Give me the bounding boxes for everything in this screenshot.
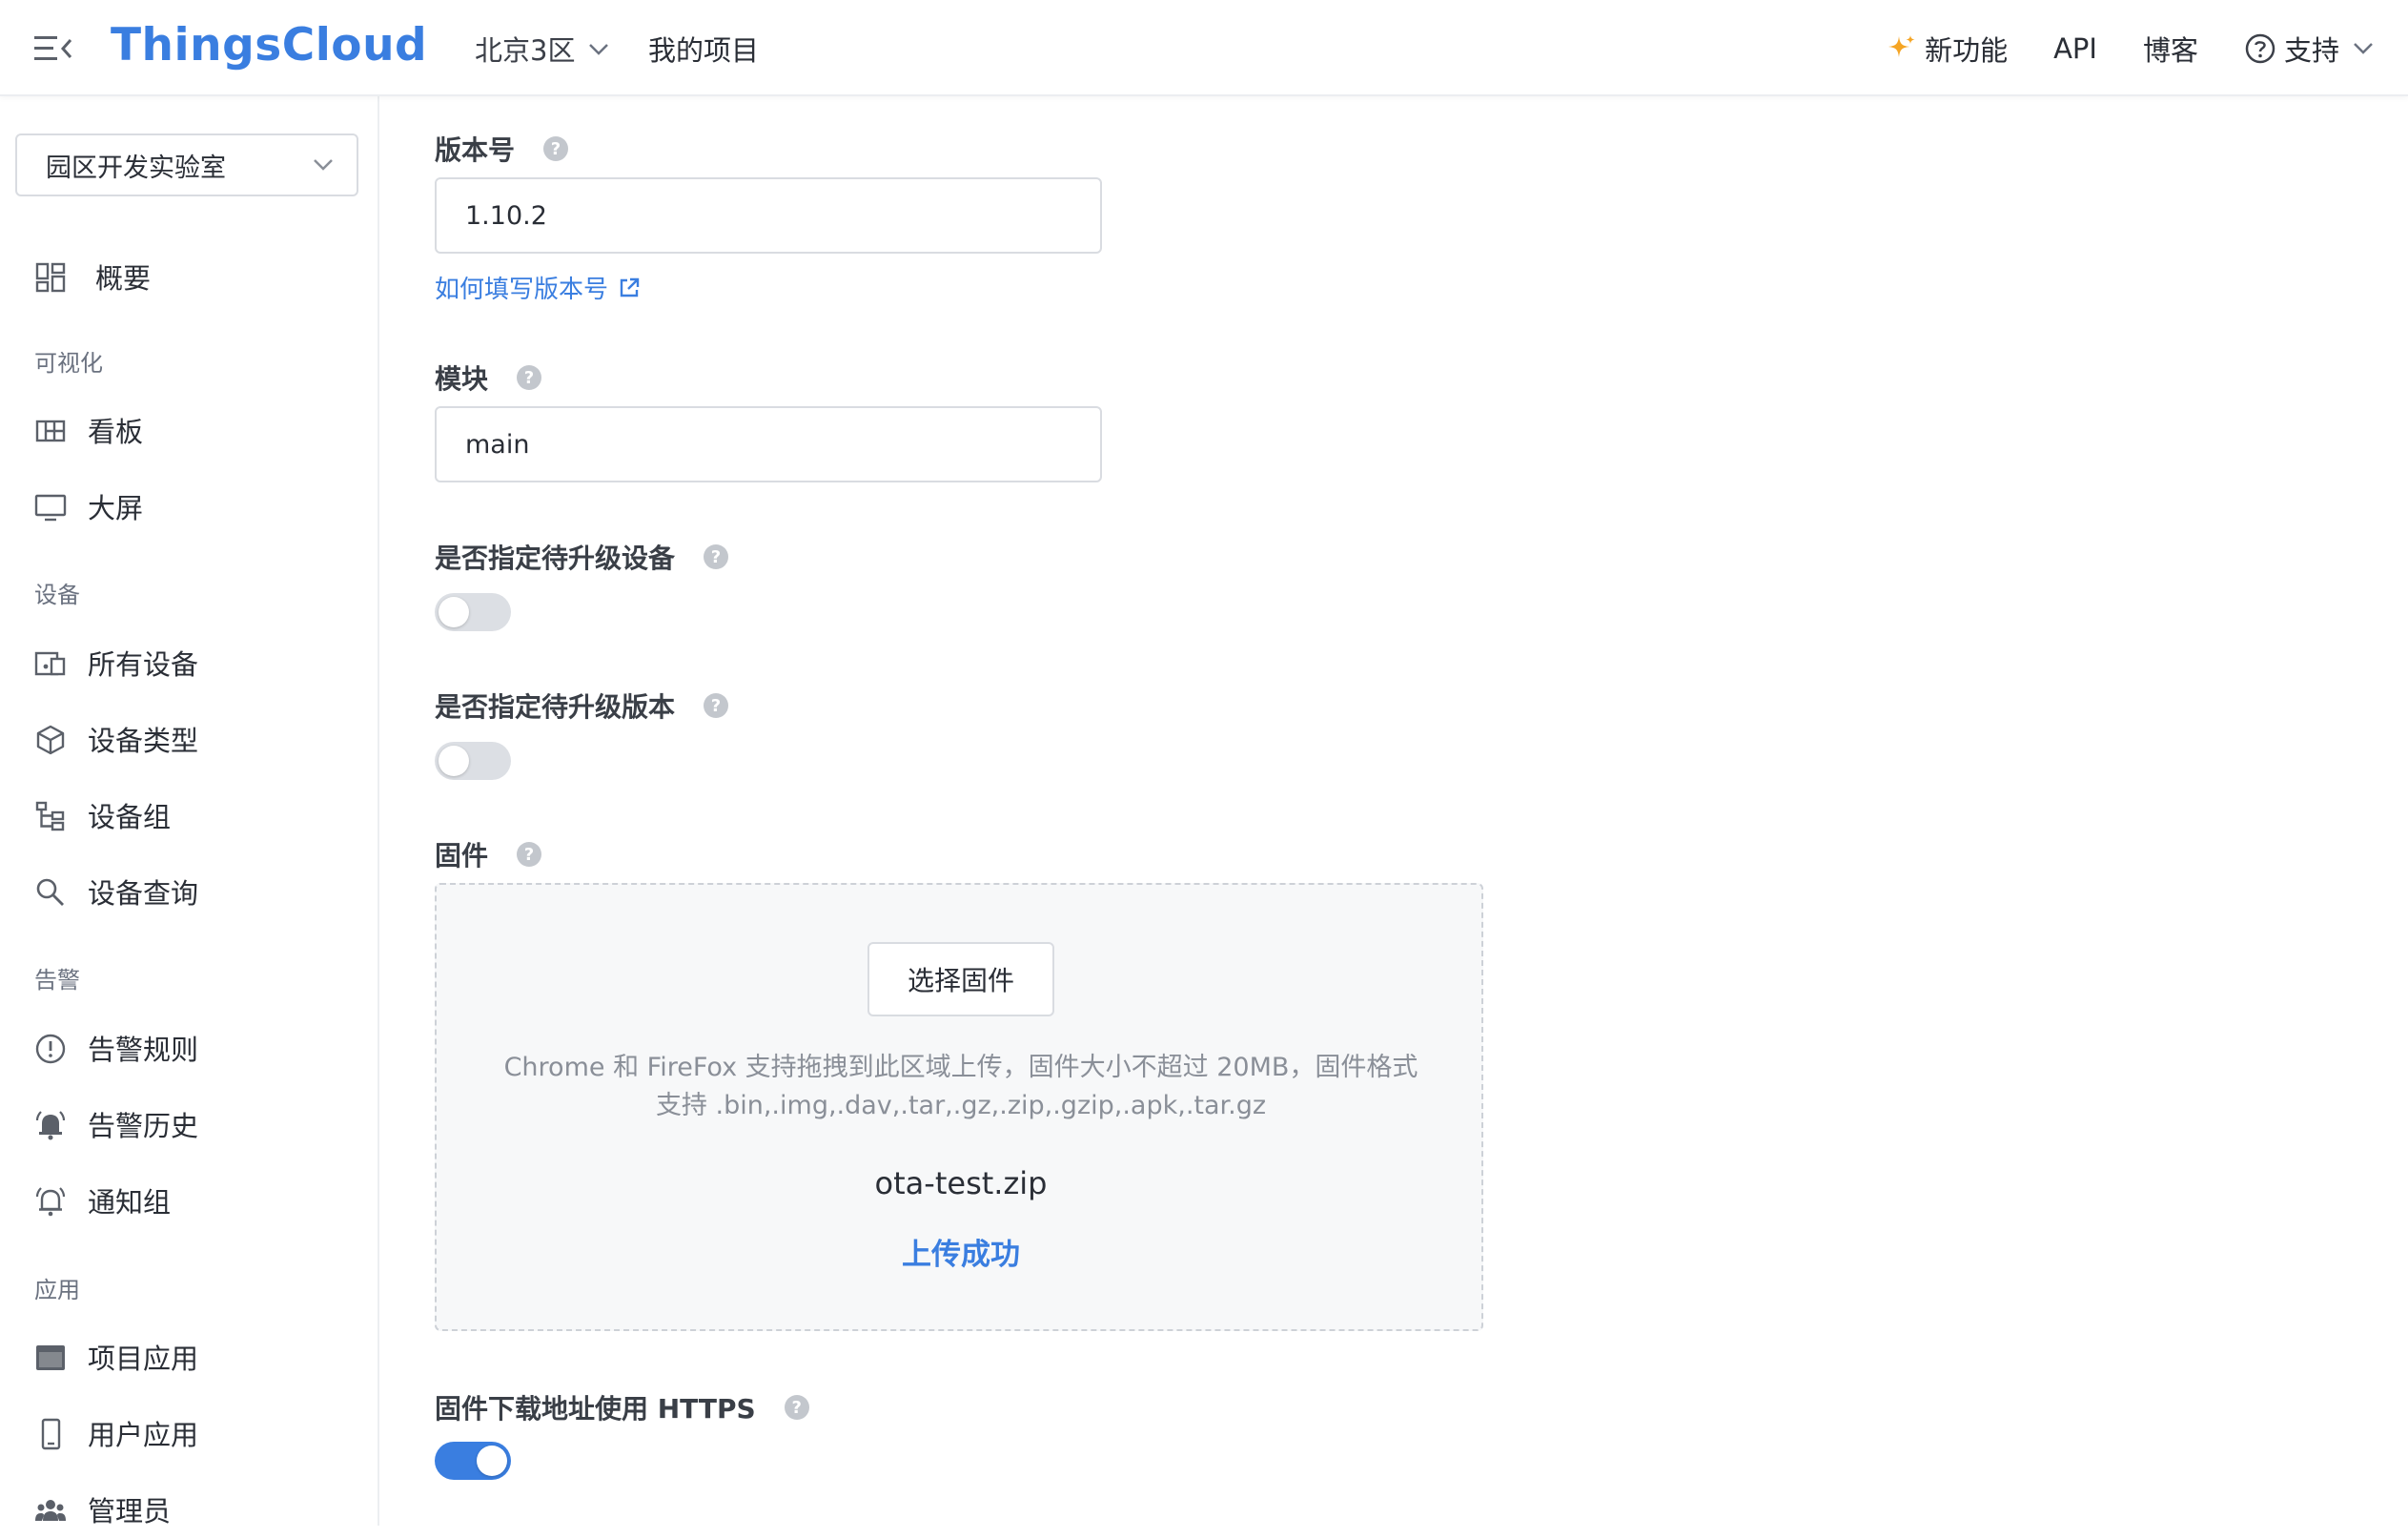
version-label-text: 版本号 [435,134,516,166]
support-label: 支持 [2283,34,2339,67]
firmware-label: 固件 ? [435,835,542,873]
help-icon[interactable]: ? [704,693,729,718]
users-icon [35,1500,66,1521]
sidebar-item-device-types[interactable]: 设备类型 [0,710,379,768]
sidebar-item-label: 管理员 [88,1495,172,1528]
chevron-down-icon [2354,43,2373,54]
firmware-dropzone[interactable]: 选择固件 Chrome 和 FireFox 支持拖拽到此区域上传，固件大小不超过… [435,883,1483,1331]
choose-firmware-button[interactable]: 选择固件 [867,942,1054,1016]
sidebar-item-label: 通知组 [88,1186,172,1219]
mobile-phone-icon [41,1418,61,1450]
sidebar-item-project-apps[interactable]: 项目应用 [0,1328,379,1385]
module-label-text: 模块 [435,363,489,395]
specify-version-label: 是否指定待升级版本 ? [435,687,729,725]
sidebar-item-admins[interactable]: 管理员 [0,1481,379,1538]
sidebar-item-overview[interactable]: 概要 [0,248,379,305]
chevron-down-icon [589,44,609,55]
region-label: 北京3区 [475,34,576,67]
blog-link[interactable]: 博客 [2143,29,2198,69]
sidebar: 园区开发实验室 概要 可视化 看板 大屏 设备 所有设备 设备类型 设备组 设备… [0,96,379,1528]
section-apps: 应用 [34,1277,80,1303]
specify-devices-toggle[interactable] [435,593,511,631]
sidebar-item-label: 设备类型 [88,725,199,757]
chevron-down-icon [314,159,333,171]
menu-collapse-icon[interactable] [34,34,72,63]
sidebar-item-label: 设备组 [88,801,172,833]
specify-version-toggle[interactable] [435,742,511,780]
sidebar-item-dashboard[interactable]: 看板 [0,401,379,459]
alert-circle-icon [35,1034,66,1064]
module-label: 模块 ? [435,359,542,397]
top-bar: ThingsCloud 北京3区 我的项目 新功能 API 博客 支持 [0,0,2408,96]
my-projects-link[interactable]: 我的项目 [648,29,759,69]
brand-logo[interactable]: ThingsCloud [111,19,427,72]
support-menu[interactable]: 支持 [2244,29,2374,69]
top-right-nav: 新功能 API 博客 支持 [1887,27,2374,71]
dashboard-grid-icon [35,262,66,293]
region-selector[interactable]: 北京3区 [475,29,609,69]
sidebar-item-label: 设备查询 [88,877,199,910]
https-label: 固件下载地址使用 HTTPS ? [435,1388,809,1426]
toggle-knob [439,746,469,776]
external-link-icon [620,277,640,297]
sparkle-icon [1888,35,1915,57]
sidebar-item-label: 看板 [88,416,144,448]
sidebar-item-device-query[interactable]: 设备查询 [0,863,379,920]
sidebar-item-label: 告警历史 [88,1110,199,1142]
window-icon [36,1345,65,1370]
monitor-icon [34,494,67,522]
sidebar-item-label: 告警规则 [88,1034,199,1066]
uploaded-file-name: ota-test.zip [874,1165,1048,1201]
toggle-knob [439,597,469,627]
cube-icon [36,725,65,755]
devices-icon [34,651,66,676]
drop-hint: Chrome 和 FireFox 支持拖拽到此区域上传，固件大小不超过 20MB… [503,1053,1418,1120]
sidebar-item-bigscreen[interactable]: 大屏 [0,478,379,535]
help-icon[interactable]: ? [704,544,729,569]
sidebar-item-alert-rules[interactable]: 告警规则 [0,1019,379,1077]
version-input[interactable]: 1.10.2 [435,177,1102,254]
https-toggle[interactable] [435,1442,511,1480]
sidebar-item-alert-history[interactable]: 告警历史 [0,1096,379,1153]
new-features-link[interactable]: 新功能 [1887,29,2008,69]
sidebar-item-notify-groups[interactable]: 通知组 [0,1172,379,1229]
version-help-link[interactable]: 如何填写版本号 [435,270,641,305]
sidebar-item-user-apps[interactable]: 用户应用 [0,1405,379,1462]
new-features-label: 新功能 [1925,34,2009,67]
section-visualization: 可视化 [34,350,103,377]
upload-status: 上传成功 [902,1238,1020,1272]
sidebar-item-label: 用户应用 [88,1419,199,1451]
help-icon[interactable]: ? [784,1395,809,1420]
sidebar-item-device-groups[interactable]: 设备组 [0,787,379,844]
help-icon[interactable]: ? [543,136,569,161]
bell-outline-icon [35,1187,66,1217]
sidebar-item-all-devices[interactable]: 所有设备 [0,634,379,691]
https-label-text: 固件下载地址使用 HTTPS [435,1393,756,1425]
specify-devices-label-text: 是否指定待升级设备 [435,543,676,574]
sidebar-item-label: 所有设备 [88,648,199,681]
bell-ring-icon [35,1111,66,1140]
module-input[interactable]: main [435,406,1102,482]
version-help-link-text: 如何填写版本号 [435,276,609,304]
help-icon[interactable]: ? [517,365,542,390]
question-circle-icon [2245,33,2275,64]
specify-version-label-text: 是否指定待升级版本 [435,691,676,723]
section-devices: 设备 [34,582,80,608]
version-label: 版本号 ? [435,130,569,168]
sidebar-item-label: 概要 [95,262,152,295]
sidebar-item-label: 大屏 [88,492,144,524]
specify-devices-label: 是否指定待升级设备 ? [435,538,729,576]
search-icon [36,878,64,906]
firmware-label-text: 固件 [435,840,489,872]
group-tree-icon [35,801,65,831]
sidebar-item-label: 项目应用 [88,1343,199,1375]
api-link[interactable]: API [2053,32,2097,65]
section-alerts: 告警 [34,967,80,994]
toggle-knob [477,1446,507,1476]
project-name: 园区开发实验室 [46,153,226,183]
help-icon[interactable]: ? [517,842,542,867]
project-selector[interactable]: 园区开发实验室 [15,133,358,196]
board-icon [35,420,66,442]
